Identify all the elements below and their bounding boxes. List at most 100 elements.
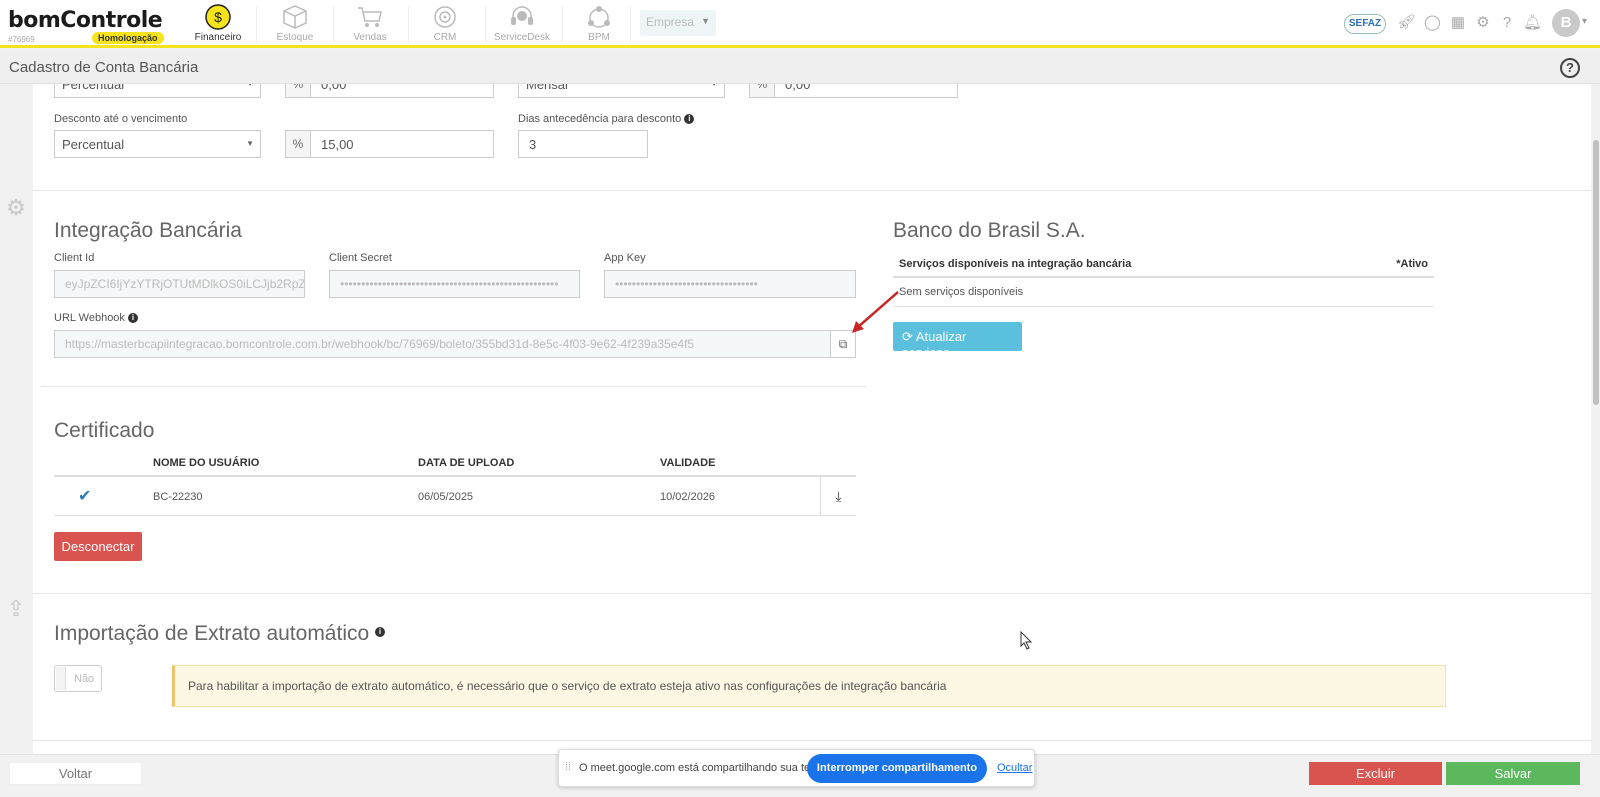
- module-estoque[interactable]: Estoque: [255, 4, 335, 43]
- services-column: Serviços disponíveis na integração bancá…: [899, 258, 1132, 270]
- whatsapp-icon[interactable]: ◯: [1424, 15, 1441, 31]
- save-button[interactable]: Salvar: [1446, 762, 1580, 785]
- webhook-label-text: URL Webhook: [54, 312, 125, 324]
- previous-value-input[interactable]: 0,00: [310, 84, 494, 98]
- empty-services-text: Sem serviços disponíveis: [899, 286, 1024, 298]
- disconnect-button[interactable]: Desconectar: [54, 532, 142, 561]
- integration-title: Integração Bancária: [54, 219, 242, 242]
- dollar-coin-icon: $: [205, 4, 231, 30]
- module-bpm[interactable]: BPM: [559, 4, 639, 43]
- module-servicedesk[interactable]: ServiceDesk: [482, 4, 562, 43]
- module-financeiro[interactable]: $ Financeiro: [178, 4, 258, 43]
- column-upload: DATA DE UPLOAD: [418, 457, 515, 469]
- chevron-down-icon[interactable]: ▾: [1582, 16, 1587, 27]
- discount-due-label: Desconto até o vencimento: [54, 113, 188, 125]
- main-content: Percentual ▼ % 0,00 Mensal ▼ % 0,00 Desc…: [33, 84, 1591, 754]
- app-logo[interactable]: bomControle: [8, 8, 163, 33]
- discount-days-label-text: Dias antecedência para desconto: [518, 113, 682, 125]
- update-services-button[interactable]: ⟳ Atualizar serviços: [893, 322, 1022, 360]
- company-select[interactable]: Empresa ▼: [640, 10, 716, 36]
- gears-icon: ⚙: [6, 195, 26, 220]
- delete-button[interactable]: Excluir: [1309, 762, 1442, 785]
- cert-validity: 10/02/2026: [660, 491, 716, 503]
- statement-toggle[interactable]: Não: [54, 665, 102, 692]
- screen-share-bar: ⁞⁞ O meet.google.com está compartilhando…: [558, 749, 1035, 787]
- download-icon[interactable]: ⤓: [820, 477, 856, 515]
- page-title: Cadastro de Conta Bancária: [9, 59, 199, 76]
- company-select-value: Empresa: [646, 15, 695, 29]
- percent-addon: %: [285, 130, 311, 158]
- client-secret-input[interactable]: ••••••••••••••••••••••••••••••••••••••••…: [329, 270, 580, 298]
- statement-title: Importação de Extrato automático i: [54, 622, 386, 646]
- app-key-label: App Key: [604, 252, 646, 264]
- drag-handle-icon[interactable]: ⁞⁞: [565, 761, 571, 773]
- scrollbar[interactable]: [1591, 84, 1600, 754]
- scrollbar-thumb[interactable]: [1593, 140, 1599, 405]
- table-row: Sem serviços disponíveis: [893, 278, 1434, 307]
- refresh-icon: ⟳: [902, 329, 913, 344]
- cert-user: BC-22230: [153, 491, 203, 503]
- column-user: NOME DO USUÁRIO: [153, 457, 260, 469]
- help-icon[interactable]: ?: [1560, 58, 1580, 78]
- webhook-label: URL Webhook i: [54, 312, 138, 324]
- rocket-icon[interactable]: 🚀︎: [1397, 15, 1416, 31]
- stop-sharing-button[interactable]: Interromper compartilhamento: [807, 754, 987, 783]
- certificate-table-header: NOME DO USUÁRIO DATA DE UPLOAD VALIDADE: [54, 450, 856, 477]
- module-vendas[interactable]: Vendas: [330, 4, 410, 43]
- headset-icon: [511, 6, 533, 25]
- module-label: BPM: [588, 32, 610, 43]
- statement-title-text: Importação de Extrato automático: [54, 622, 370, 645]
- info-icon[interactable]: i: [684, 114, 695, 124]
- top-navbar: bomControle #76969 Homologação $ Finance…: [0, 0, 1600, 48]
- sefaz-badge[interactable]: SEFAZ: [1344, 14, 1386, 34]
- client-id-input[interactable]: eyJpZCI6IjYzYTRjOTUtMDlkOS0iLCJjb2RpZ29: [54, 270, 305, 298]
- table-row[interactable]: ✔ BC-22230 06/05/2025 10/02/2026 ⤓: [54, 477, 856, 516]
- discount-value-input[interactable]: 15,00: [310, 130, 494, 158]
- account-id: #76969: [8, 35, 35, 44]
- chevron-down-icon: ▼: [246, 139, 254, 148]
- bank-title: Banco do Brasil S.A.: [893, 219, 1086, 242]
- active-column: *Ativo: [1396, 258, 1428, 270]
- cycle-icon: [588, 6, 610, 28]
- column-validity: VALIDADE: [660, 457, 716, 469]
- module-label: Financeiro: [194, 32, 242, 43]
- percent-addon: %: [749, 84, 775, 98]
- module-label: ServiceDesk: [493, 32, 551, 43]
- previous-type-select[interactable]: Percentual ▼: [54, 84, 261, 98]
- hide-link[interactable]: Ocultar: [997, 762, 1032, 774]
- percent-addon: %: [285, 84, 311, 98]
- client-id-label: Client Id: [54, 252, 95, 264]
- discount-type-select[interactable]: Percentual ▼: [54, 130, 261, 158]
- client-secret-label: Client Secret: [329, 252, 392, 264]
- share-message: O meet.google.com está compartilhando su…: [579, 762, 822, 774]
- bell-icon[interactable]: 🔔︎: [1523, 15, 1542, 31]
- module-label: Vendas: [353, 32, 387, 43]
- select-value: Percentual: [62, 84, 125, 92]
- info-icon[interactable]: i: [128, 313, 138, 323]
- certificate-title: Certificado: [54, 419, 155, 442]
- mouse-cursor-icon: [1020, 631, 1033, 650]
- webhook-url-input[interactable]: https://masterbcapiintegracao.bomcontrol…: [54, 330, 831, 358]
- info-icon[interactable]: i: [375, 627, 386, 637]
- back-button[interactable]: Voltar: [9, 762, 142, 785]
- page-header: Cadastro de Conta Bancária ?: [0, 51, 1600, 84]
- question-icon[interactable]: ?: [1499, 15, 1515, 31]
- gear-icon[interactable]: ⚙: [1475, 15, 1491, 31]
- toggle-knob: [56, 667, 66, 690]
- select-value: Percentual: [62, 137, 125, 152]
- discount-days-label: Dias antecedência para desconto i: [518, 113, 695, 125]
- services-table-header: Serviços disponíveis na integração bancá…: [893, 250, 1434, 278]
- module-crm[interactable]: CRM: [405, 4, 485, 43]
- environment-badge: Homologação: [92, 32, 164, 44]
- avatar[interactable]: B: [1552, 9, 1580, 37]
- toggle-label: Não: [74, 673, 95, 685]
- target-icon: [434, 6, 456, 28]
- module-label: Estoque: [276, 32, 314, 43]
- discount-days-input[interactable]: 3: [518, 130, 648, 158]
- previous-period-select[interactable]: Mensal ▼: [518, 84, 725, 98]
- app-key-input[interactable]: ••••••••••••••••••••••••••••••••••: [604, 270, 856, 298]
- cart-icon: [358, 7, 382, 27]
- cert-upload-date: 06/05/2025: [418, 491, 474, 503]
- calendar-icon[interactable]: ▦: [1450, 15, 1466, 31]
- previous-value-input-2[interactable]: 0,00: [774, 84, 958, 98]
